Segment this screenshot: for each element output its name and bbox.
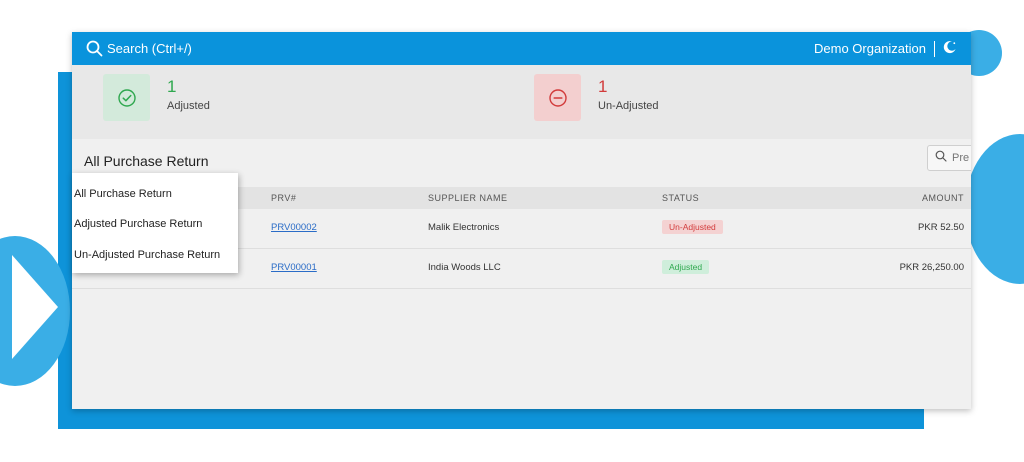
minus-circle-icon — [534, 74, 581, 121]
status-badge: Adjusted — [662, 260, 710, 274]
prv-link[interactable]: PRV00001 — [271, 262, 317, 273]
list-search-box[interactable] — [927, 145, 971, 171]
adjusted-stat-card[interactable]: 1 Adjusted — [103, 74, 210, 121]
supplier-name: India Woods LLC — [428, 262, 501, 273]
unadjusted-count: 1 — [598, 77, 608, 96]
amount: PKR 52.50 — [918, 222, 964, 233]
decorative-circle — [965, 134, 1024, 284]
top-bar: Search (Ctrl+/) Demo Organization — [72, 32, 971, 65]
adjusted-count: 1 — [167, 77, 177, 96]
menu-item-adjusted[interactable]: Adjusted Purchase Return — [74, 218, 202, 230]
column-header-amount[interactable]: AMOUNT — [922, 193, 964, 203]
menu-item-unadjusted[interactable]: Un-Adjusted Purchase Return — [74, 249, 220, 261]
global-search-button[interactable]: Search (Ctrl+/) — [86, 40, 192, 57]
column-header-prv[interactable]: PRV# — [271, 193, 296, 203]
column-header-supplier[interactable]: SUPPLIER NAME — [428, 193, 508, 203]
supplier-name: Malik Electronics — [428, 222, 500, 233]
divider — [934, 40, 935, 57]
menu-item-all[interactable]: All Purchase Return — [74, 188, 172, 200]
organization-name[interactable]: Demo Organization — [814, 41, 926, 56]
check-circle-icon — [103, 74, 150, 121]
unadjusted-label: Un-Adjusted — [598, 100, 659, 112]
organization-area: Demo Organization — [814, 40, 957, 57]
global-search-label: Search (Ctrl+/) — [107, 41, 192, 56]
column-header-status[interactable]: STATUS — [662, 193, 699, 203]
adjusted-label: Adjusted — [167, 100, 210, 112]
decorative-notch — [12, 255, 58, 359]
status-badge: Un-Adjusted — [662, 220, 723, 234]
moon-icon[interactable] — [943, 40, 957, 57]
prv-link[interactable]: PRV00002 — [271, 222, 317, 233]
page-title[interactable]: All Purchase Return — [84, 153, 209, 169]
filter-dropdown-menu: All Purchase Return Adjusted Purchase Re… — [72, 173, 238, 273]
unadjusted-stat-card[interactable]: 1 Un-Adjusted — [534, 74, 659, 121]
list-search-input[interactable] — [952, 152, 971, 164]
search-icon — [86, 40, 103, 57]
summary-stats: 1 Adjusted 1 Un-Adjusted — [72, 65, 971, 139]
search-icon — [935, 149, 947, 167]
amount: PKR 26,250.00 — [899, 262, 964, 273]
